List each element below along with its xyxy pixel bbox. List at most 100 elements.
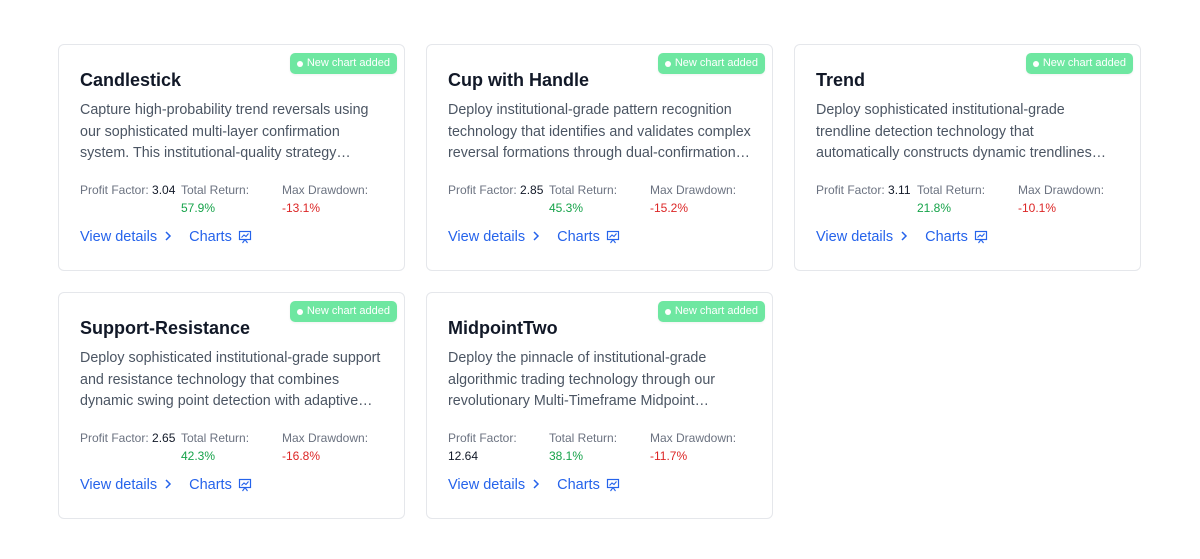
new-chart-badge: New chart added [657,53,765,74]
profit-factor-value: 2.85 [520,183,544,197]
chevron-right-icon [531,478,541,492]
total-return-value: 21.8% [917,201,952,215]
card-description: Deploy sophisticated institutional-grade… [816,102,1107,161]
profit-factor-label: Profit Factor: [80,183,149,197]
max-drawdown-stat: Max Drawdown: -11.7% [650,429,760,465]
total-return-value: 57.9% [181,201,216,215]
charts-label: Charts [925,229,968,245]
dot-icon [1032,60,1039,67]
card-description: Deploy sophisticated institutional-grade… [80,350,381,409]
view-details-link[interactable]: View details [448,477,541,493]
dot-icon [664,308,671,315]
charts-link[interactable]: Charts [557,477,620,493]
new-chart-badge: New chart added [289,53,397,74]
profit-factor-value: 2.65 [152,431,176,445]
chevron-right-icon [163,478,173,492]
profit-factor-label: Profit Factor: [816,183,885,197]
total-return-value: 45.3% [549,201,584,215]
card-links: View details Charts [80,229,252,245]
view-details-link[interactable]: View details [816,229,909,245]
max-drawdown-stat: Max Drawdown: -15.2% [650,181,760,217]
total-return-label: Total Return: [181,431,250,445]
profit-factor-stat: Profit Factor: 2.85 [448,181,549,217]
chevron-right-icon [899,230,909,244]
profit-factor-stat: Profit Factor: 3.11 [816,181,917,217]
presentation-chart-icon [606,478,620,492]
profit-factor-value: 3.11 [888,183,911,197]
charts-link[interactable]: Charts [557,229,620,245]
dot-icon [296,60,303,67]
dot-icon [664,60,671,67]
charts-link[interactable]: Charts [189,477,252,493]
badge-label: New chart added [674,305,758,317]
presentation-chart-icon [974,230,988,244]
charts-label: Charts [557,229,600,245]
view-details-link[interactable]: View details [80,477,173,493]
card-stats: Profit Factor: 3.04 Total Return: 57.9% … [80,181,383,217]
card-description: Capture high-probability trend reversals… [80,102,369,161]
view-details-link[interactable]: View details [448,229,541,245]
view-details-label: View details [80,477,158,493]
card-links: View details Charts [816,229,988,245]
card-description: Deploy institutional-grade pattern recog… [448,102,751,161]
view-details-label: View details [448,477,526,493]
total-return-stat: Total Return: 42.3% [181,429,282,465]
profit-factor-label: Profit Factor: [80,431,149,445]
max-drawdown-stat: Max Drawdown: -16.8% [282,429,392,465]
total-return-label: Total Return: [549,183,618,197]
view-details-link[interactable]: View details [80,229,173,245]
presentation-chart-icon [606,230,620,244]
total-return-stat: Total Return: 45.3% [549,181,650,217]
max-drawdown-stat: Max Drawdown: -10.1% [1018,181,1128,217]
total-return-label: Total Return: [549,431,618,445]
strategy-grid: New chart added Candlestick Capture high… [58,44,1141,519]
new-chart-badge: New chart added [289,301,397,322]
new-chart-badge: New chart added [1025,53,1133,74]
badge-label: New chart added [674,57,758,69]
charts-label: Charts [189,229,232,245]
strategy-card: New chart added Support-Resistance Deplo… [58,292,405,519]
profit-factor-label: Profit Factor: [448,431,517,445]
max-drawdown-label: Max Drawdown: [282,183,369,197]
profit-factor-value: 12.64 [448,449,479,463]
card-stats: Profit Factor: 3.11 Total Return: 21.8% … [816,181,1119,217]
max-drawdown-label: Max Drawdown: [282,431,369,445]
max-drawdown-label: Max Drawdown: [1018,183,1105,197]
strategy-card: New chart added Cup with Handle Deploy i… [426,44,773,271]
charts-link[interactable]: Charts [189,229,252,245]
profit-factor-label: Profit Factor: [448,183,517,197]
badge-label: New chart added [1042,57,1126,69]
profit-factor-stat: Profit Factor: 3.04 [80,181,181,217]
card-links: View details Charts [80,477,252,493]
profit-factor-stat: Profit Factor: 2.65 [80,429,181,465]
view-details-label: View details [448,229,526,245]
max-drawdown-value: -15.2% [650,201,689,215]
chevron-right-icon [531,230,541,244]
total-return-value: 38.1% [549,449,584,463]
max-drawdown-label: Max Drawdown: [650,431,737,445]
card-stats: Profit Factor: 2.85 Total Return: 45.3% … [448,181,751,217]
view-details-label: View details [816,229,894,245]
card-links: View details Charts [448,477,620,493]
strategy-card: New chart added MidpointTwo Deploy the p… [426,292,773,519]
dot-icon [296,308,303,315]
card-stats: Profit Factor: 12.64 Total Return: 38.1%… [448,429,751,465]
charts-link[interactable]: Charts [925,229,988,245]
card-description: Deploy the pinnacle of institutional-gra… [448,350,716,409]
profit-factor-value: 3.04 [152,183,176,197]
strategy-card: New chart added Trend Deploy sophisticat… [794,44,1141,271]
view-details-label: View details [80,229,158,245]
total-return-stat: Total Return: 38.1% [549,429,650,465]
card-links: View details Charts [448,229,620,245]
total-return-label: Total Return: [181,183,250,197]
max-drawdown-stat: Max Drawdown: -13.1% [282,181,392,217]
max-drawdown-value: -11.7% [650,449,688,463]
card-stats: Profit Factor: 2.65 Total Return: 42.3% … [80,429,383,465]
total-return-label: Total Return: [917,183,986,197]
new-chart-badge: New chart added [657,301,765,322]
charts-label: Charts [189,477,232,493]
max-drawdown-value: -13.1% [282,201,321,215]
max-drawdown-value: -10.1% [1018,201,1057,215]
badge-label: New chart added [306,57,390,69]
badge-label: New chart added [306,305,390,317]
